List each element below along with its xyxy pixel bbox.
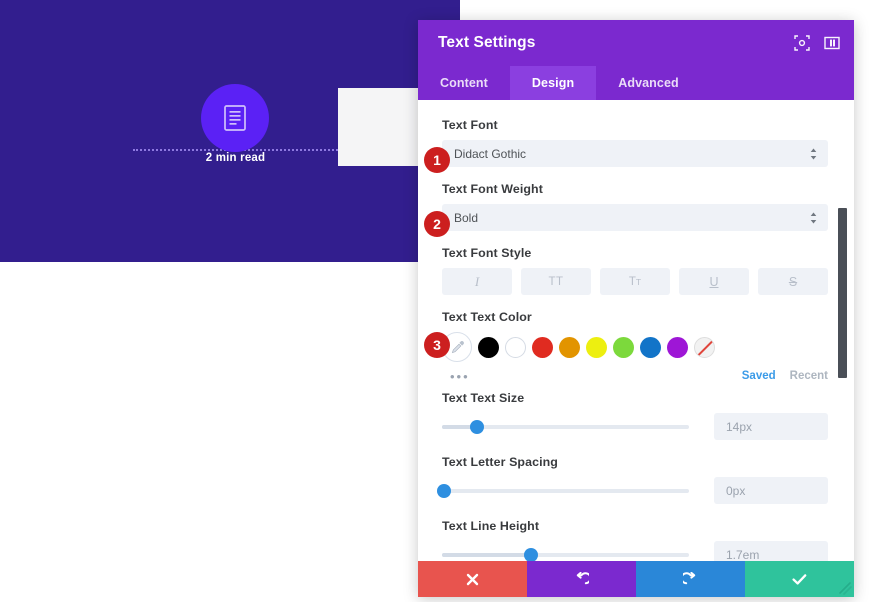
resize-grip-icon[interactable] (836, 579, 854, 597)
field-text-size: Text Text Size 14px (442, 391, 828, 440)
swatch-yellow[interactable] (586, 336, 607, 358)
letter-spacing-value[interactable]: 0px (714, 477, 828, 504)
content-block-placeholder (338, 88, 418, 166)
text-size-row: 14px (442, 413, 828, 440)
text-size-knob[interactable] (469, 419, 484, 434)
eyedropper-icon (451, 340, 464, 353)
italic-glyph: I (474, 273, 480, 289)
swatch-white[interactable] (505, 336, 526, 358)
text-size-track (442, 419, 689, 434)
field-label-text-font-weight: Text Font Weight (442, 182, 543, 196)
small-caps-button[interactable]: TT (600, 268, 670, 295)
swatch-none[interactable] (694, 336, 715, 358)
line-height-knob[interactable] (523, 547, 538, 561)
document-icon (224, 105, 246, 131)
text-font-select[interactable]: Didact Gothic (442, 140, 828, 167)
modal-header: Text Settings (418, 20, 854, 66)
tab-content[interactable]: Content (418, 66, 510, 100)
color-source-tabs: Saved Recent (742, 370, 828, 382)
swatch-black[interactable] (478, 336, 499, 358)
recent-colors-tab[interactable]: Recent (790, 370, 828, 382)
field-label-line-height: Text Line Height (442, 519, 540, 533)
line-height-track (442, 547, 689, 561)
field-text-color: Text Text Color 3 ••• Saved Recent (424, 310, 828, 384)
letter-spacing-slider[interactable] (437, 482, 689, 500)
cancel-button[interactable] (418, 561, 527, 597)
field-text-font: 1 Text Font Didact Gothic (424, 118, 828, 173)
swatch-purple[interactable] (667, 336, 688, 358)
underline-glyph: U (709, 274, 719, 289)
swatch-red[interactable] (532, 336, 553, 358)
uppercase-glyph: TT (548, 275, 564, 288)
field-text-font-weight: 2 Text Font Weight Bold (424, 182, 828, 237)
line-height-row: 1.7em (442, 541, 828, 561)
field-line-height: Text Line Height 1.7em (442, 519, 828, 561)
blurb-icon-circle[interactable] (201, 84, 269, 152)
check-icon (792, 573, 807, 585)
modal-footer (418, 561, 854, 597)
small-caps-glyph: TT (628, 275, 642, 288)
layout-panel-icon[interactable] (824, 35, 840, 51)
field-text-font-style: Text Font Style I TT TT U S (442, 246, 828, 295)
text-font-weight-select[interactable]: Bold (442, 204, 828, 231)
text-settings-modal: Text Settings Content Design Advanced 1 … (418, 20, 854, 597)
field-label-letter-spacing: Text Letter Spacing (442, 455, 558, 469)
letter-spacing-track (437, 483, 689, 498)
swatch-orange[interactable] (559, 336, 580, 358)
text-size-value[interactable]: 14px (714, 413, 828, 440)
tab-advanced[interactable]: Advanced (596, 66, 701, 100)
swatch-green[interactable] (613, 336, 634, 358)
focus-target-icon[interactable] (794, 35, 810, 51)
modal-scrollbar[interactable] (838, 100, 847, 561)
modal-tabbar: Content Design Advanced (418, 66, 854, 100)
strikethrough-button[interactable]: S (758, 268, 828, 295)
swatch-blue[interactable] (640, 336, 661, 358)
text-size-slider[interactable] (442, 418, 689, 436)
field-letter-spacing: Text Letter Spacing 0px (437, 455, 828, 504)
step-badge-2: 2 (424, 211, 450, 237)
line-height-slider[interactable] (442, 546, 689, 561)
undo-icon (576, 571, 589, 584)
page-title: Text Settings (438, 34, 536, 51)
redo-icon (683, 571, 696, 584)
screen: 2 min read Text Settings Content Design … (0, 0, 880, 602)
modal-header-actions (794, 35, 840, 51)
uppercase-button[interactable]: TT (521, 268, 591, 295)
modal-body: 1 Text Font Didact Gothic 2 Text Font We… (418, 100, 854, 561)
letter-spacing-row: 0px (437, 477, 828, 504)
strikethrough-glyph: S (788, 274, 798, 289)
undo-button[interactable] (527, 561, 636, 597)
text-font-weight-value: Bold (454, 210, 479, 225)
line-height-value[interactable]: 1.7em (714, 541, 828, 561)
color-swatch-row (442, 332, 828, 362)
font-style-button-group: I TT TT U S (442, 268, 828, 295)
step-badge-1: 1 (424, 147, 450, 173)
field-label-text-font: Text Font (442, 118, 498, 132)
redo-button[interactable] (636, 561, 745, 597)
more-colors-button[interactable]: ••• (450, 369, 742, 384)
chevron-updown-icon (810, 148, 817, 159)
close-icon (466, 573, 479, 585)
step-badge-3: 3 (424, 332, 450, 358)
modal-scrollbar-thumb[interactable] (838, 208, 847, 378)
field-label-text-color: Text Text Color (442, 310, 532, 324)
saved-colors-tab[interactable]: Saved (742, 370, 776, 382)
letter-spacing-knob[interactable] (437, 483, 452, 498)
line-height-fill (442, 552, 531, 557)
color-picker-meta: ••• Saved Recent (442, 368, 828, 384)
field-label-text-size: Text Text Size (442, 391, 525, 405)
read-time-label: 2 min read (205, 152, 266, 164)
chevron-updown-icon (810, 212, 817, 223)
text-font-value: Didact Gothic (454, 146, 527, 161)
underline-button[interactable]: U (679, 268, 749, 295)
tab-design[interactable]: Design (509, 66, 597, 100)
italic-button[interactable]: I (442, 268, 512, 295)
field-label-text-font-style: Text Font Style (442, 246, 532, 260)
